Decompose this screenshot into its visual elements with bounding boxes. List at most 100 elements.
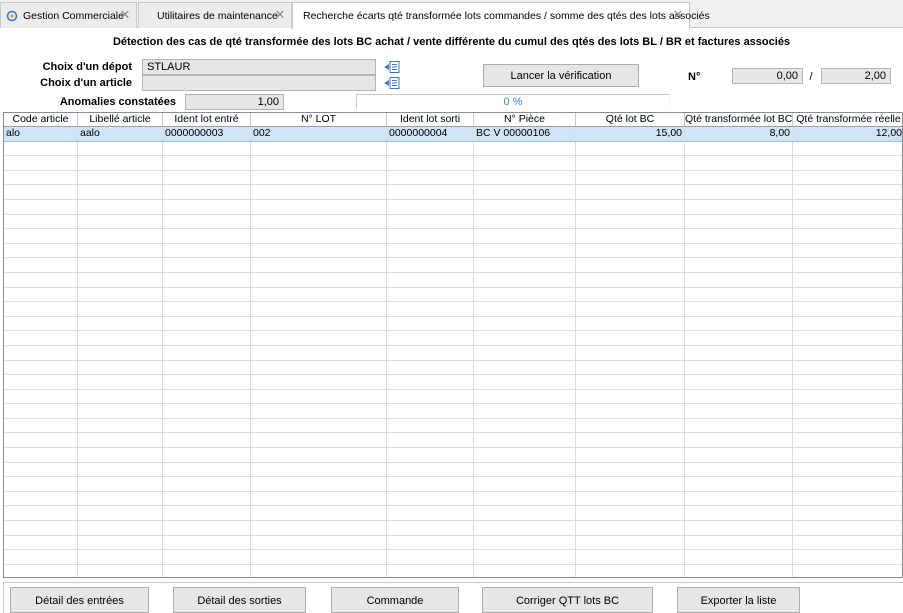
table-row-empty[interactable] — [4, 331, 902, 346]
table-cell — [163, 550, 251, 564]
table-cell — [4, 550, 78, 564]
table-cell — [576, 185, 685, 199]
tab-gestion-commerciale[interactable]: Gestion Commerciale ✕ — [0, 2, 137, 28]
tab-utilitaires-maintenance[interactable]: Utilitaires de maintenance ✕ — [138, 2, 292, 28]
table-row-empty[interactable] — [4, 214, 902, 230]
table-cell — [78, 199, 163, 214]
table-cell — [387, 170, 474, 185]
table-cell — [576, 170, 685, 185]
table-row-empty[interactable] — [4, 535, 902, 551]
tab-recherche-ecarts[interactable]: Recherche écarts qté transformée lots co… — [292, 2, 710, 29]
table-cell — [793, 375, 902, 389]
table-row-empty[interactable] — [4, 433, 902, 449]
table-cell — [387, 185, 474, 199]
table-cell — [4, 141, 78, 156]
table-cell — [78, 477, 163, 491]
table-row-empty[interactable] — [4, 199, 902, 215]
list-lookup-icon[interactable] — [384, 61, 400, 73]
table-cell: alo — [4, 127, 78, 141]
table-cell — [163, 302, 251, 316]
table-cell — [251, 243, 387, 258]
table-row-empty[interactable] — [4, 506, 902, 522]
table-cell — [793, 215, 902, 229]
table-cell — [685, 477, 793, 491]
column-header[interactable]: Qté transformée réelle — [793, 113, 902, 126]
article-field[interactable] — [142, 75, 376, 91]
column-header[interactable]: Qté transformée lot BC — [685, 113, 793, 126]
table-cell — [793, 156, 902, 170]
commande-button[interactable]: Commande — [331, 587, 459, 613]
table-cell — [474, 550, 576, 564]
table-cell — [163, 243, 251, 258]
column-header[interactable]: Libellé article — [78, 113, 163, 126]
table-cell — [685, 214, 793, 229]
table-row-empty[interactable] — [4, 185, 902, 200]
table-cell — [78, 170, 163, 185]
table-row-empty[interactable] — [4, 389, 902, 405]
table-row-empty[interactable] — [4, 316, 902, 332]
depot-field[interactable]: STLAUR — [142, 59, 376, 75]
table-row-empty[interactable] — [4, 462, 902, 478]
table-cell — [576, 272, 685, 287]
table-row-empty[interactable] — [4, 302, 902, 317]
table-row-empty[interactable] — [4, 258, 902, 273]
n-total-field: 2,00 — [821, 68, 891, 84]
anomalies-table[interactable]: Code article Libellé article Ident lot e… — [3, 112, 903, 578]
table-row-empty[interactable] — [4, 345, 902, 361]
table-cell — [474, 243, 576, 258]
table-cell — [387, 141, 474, 156]
table-cell — [251, 258, 387, 272]
table-cell — [4, 389, 78, 404]
column-header[interactable]: N° LOT — [251, 113, 387, 126]
table-cell — [78, 404, 163, 418]
close-icon[interactable]: ✕ — [119, 8, 131, 22]
table-cell — [576, 550, 685, 564]
column-header[interactable]: Ident lot sorti — [387, 113, 474, 126]
corriger-qtt-button[interactable]: Corriger QTT lots BC — [482, 587, 653, 613]
close-icon[interactable]: ✕ — [672, 8, 684, 22]
detail-sorties-button[interactable]: Détail des sorties — [173, 587, 306, 613]
column-header[interactable]: Qté lot BC — [576, 113, 685, 126]
table-row-empty[interactable] — [4, 141, 902, 157]
table-row-empty[interactable] — [4, 243, 902, 259]
table-row-empty[interactable] — [4, 156, 902, 171]
close-icon[interactable]: ✕ — [274, 8, 286, 22]
table-row[interactable]: alo aalo 0000000003 002 0000000004 BC V … — [4, 127, 902, 142]
table-row-empty[interactable] — [4, 229, 902, 244]
list-lookup-icon[interactable] — [384, 77, 400, 89]
table-row-empty[interactable] — [4, 375, 902, 390]
table-cell — [78, 243, 163, 258]
table-cell — [4, 564, 78, 577]
table-cell — [474, 272, 576, 287]
table-row-empty[interactable] — [4, 287, 902, 303]
exporter-liste-button[interactable]: Exporter la liste — [677, 587, 800, 613]
column-header[interactable]: Code article — [4, 113, 78, 126]
tab-label: Utilitaires de maintenance — [157, 9, 278, 22]
detail-entrees-button[interactable]: Détail des entrées — [10, 587, 149, 613]
table-row-empty[interactable] — [4, 448, 902, 463]
table-cell — [685, 375, 793, 389]
table-cell — [251, 433, 387, 448]
table-row-empty[interactable] — [4, 564, 902, 577]
table-cell — [474, 258, 576, 272]
table-row-empty[interactable] — [4, 170, 902, 186]
table-row-empty[interactable] — [4, 360, 902, 376]
column-header[interactable]: N° Pièce — [474, 113, 576, 126]
table-row-empty[interactable] — [4, 418, 902, 434]
table-cell — [685, 360, 793, 375]
table-cell — [474, 404, 576, 418]
table-cell — [251, 331, 387, 345]
table-row-empty[interactable] — [4, 404, 902, 419]
launch-verification-button[interactable]: Lancer la vérification — [483, 64, 639, 87]
table-cell — [251, 316, 387, 331]
table-cell — [4, 491, 78, 506]
table-cell — [793, 200, 902, 214]
table-row-empty[interactable] — [4, 550, 902, 565]
table-cell — [78, 506, 163, 521]
table-row-empty[interactable] — [4, 521, 902, 536]
column-header[interactable]: Ident lot entré — [163, 113, 251, 126]
table-row-empty[interactable] — [4, 477, 902, 492]
table-row-empty[interactable] — [4, 272, 902, 288]
table-cell — [78, 375, 163, 389]
table-row-empty[interactable] — [4, 491, 902, 507]
